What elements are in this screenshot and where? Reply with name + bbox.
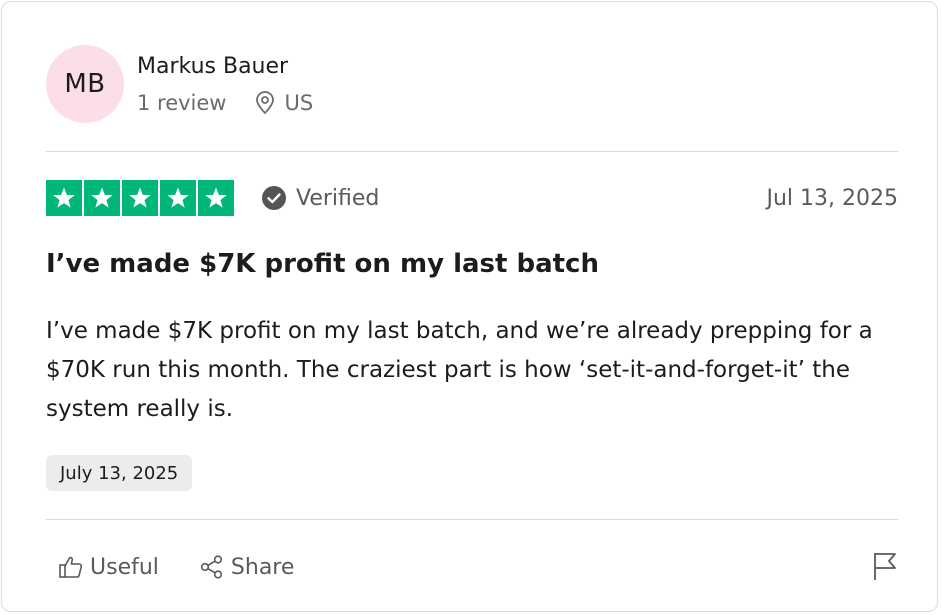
reviewer-location: US bbox=[255, 91, 314, 115]
reviewer-info: Markus Bauer 1 review US bbox=[137, 53, 313, 115]
location-pin-icon bbox=[255, 91, 274, 115]
divider bbox=[46, 519, 898, 520]
star-icon bbox=[122, 180, 158, 216]
avatar[interactable]: MB bbox=[46, 45, 124, 123]
check-circle-icon bbox=[262, 186, 286, 210]
share-icon bbox=[200, 555, 223, 579]
review-date: Jul 13, 2025 bbox=[766, 185, 898, 211]
useful-label: Useful bbox=[90, 554, 159, 580]
divider bbox=[46, 151, 898, 152]
reviewer-meta: 1 review US bbox=[137, 91, 313, 115]
review-body: I’ve made $7K profit on my last batch, a… bbox=[46, 318, 873, 422]
experience-date-badge: July 13, 2025 bbox=[46, 455, 193, 491]
verified-label: Verified bbox=[296, 185, 380, 211]
reviewer-country: US bbox=[284, 91, 314, 115]
rating-row: Verified Jul 13, 2025 bbox=[46, 179, 898, 217]
review-actions: Useful Share bbox=[58, 547, 294, 587]
share-button[interactable]: Share bbox=[199, 554, 295, 580]
review-title[interactable]: I’ve made $7K profit on my last batch bbox=[46, 242, 898, 286]
useful-button[interactable]: Useful bbox=[58, 554, 159, 580]
verified-badge[interactable]: Verified bbox=[262, 186, 379, 211]
flag-icon[interactable] bbox=[872, 551, 898, 581]
reviewer-name[interactable]: Markus Bauer bbox=[137, 53, 313, 81]
review-count: 1 review bbox=[137, 91, 227, 115]
reviewer-header: MB Markus Bauer 1 review US bbox=[46, 44, 313, 124]
star-icon bbox=[160, 180, 196, 216]
share-label: Share bbox=[230, 554, 295, 580]
thumbs-up-icon bbox=[59, 556, 83, 578]
star-rating bbox=[46, 180, 234, 216]
star-icon bbox=[84, 180, 120, 216]
review-card: MB Markus Bauer 1 review US Verified Jul… bbox=[1, 1, 938, 612]
star-icon bbox=[198, 180, 234, 216]
star-icon bbox=[46, 180, 82, 216]
